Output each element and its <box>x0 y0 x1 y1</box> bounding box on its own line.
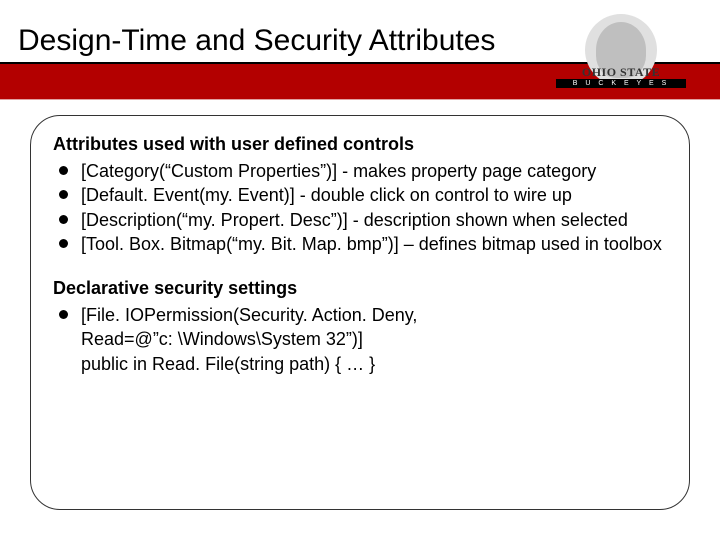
logo-line2: B U C K E Y E S <box>556 79 686 88</box>
section2-heading: Declarative security settings <box>53 278 667 299</box>
logo-text: OHIO STATE B U C K E Y E S <box>556 66 686 90</box>
list-item: [Description(“my. Propert. Desc”)] - des… <box>53 208 667 232</box>
list-item: [File. IOPermission(Security. Action. De… <box>53 303 667 327</box>
content-frame: Attributes used with user defined contro… <box>30 115 690 510</box>
list-item: [Category(“Custom Properties”)] - makes … <box>53 159 667 183</box>
section2-cont1: Read=@”c: \Windows\System 32”)] <box>53 327 667 351</box>
logo-line1: OHIO STATE <box>556 66 686 78</box>
page-title: Design-Time and Security Attributes <box>18 24 495 58</box>
list-item: [Tool. Box. Bitmap(“my. Bit. Map. bmp”)]… <box>53 232 667 256</box>
logo-ohio-state: OHIO STATE B U C K E Y E S <box>556 14 686 100</box>
section2-cont2: public in Read. File(string path) { … } <box>53 352 667 376</box>
list-item: [Default. Event(my. Event)] - double cli… <box>53 183 667 207</box>
section1-heading: Attributes used with user defined contro… <box>53 134 667 155</box>
section2-list: [File. IOPermission(Security. Action. De… <box>53 303 667 327</box>
section1-list: [Category(“Custom Properties”)] - makes … <box>53 159 667 256</box>
